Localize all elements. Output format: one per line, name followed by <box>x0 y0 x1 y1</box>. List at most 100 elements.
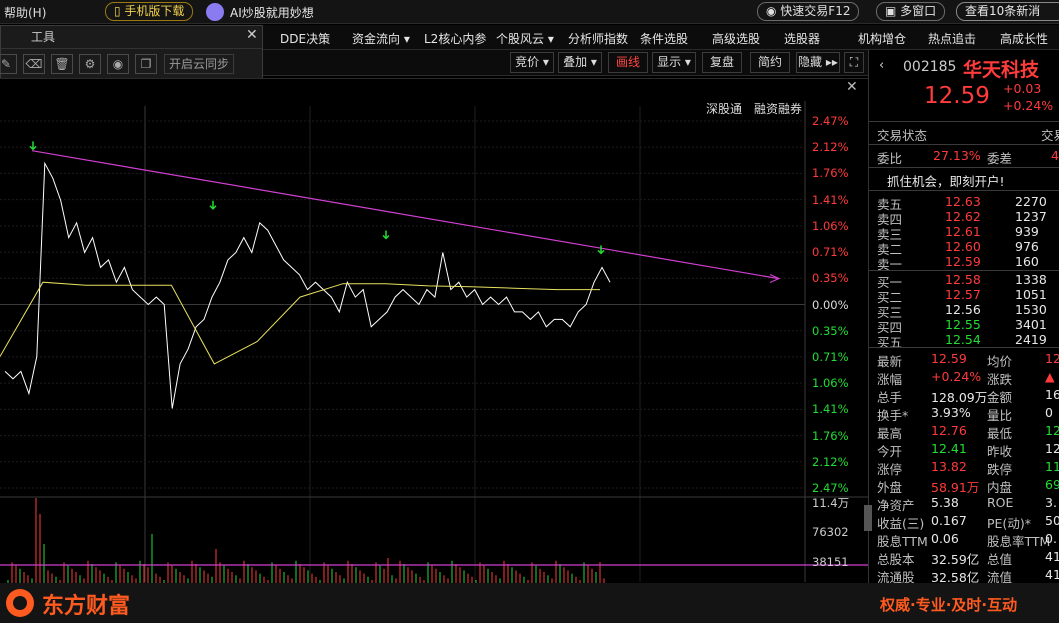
brand-slogan: 权威·专业·及时·互动 <box>880 596 1018 614</box>
eraser-icon[interactable]: ⌫ <box>23 54 45 74</box>
stat-row[interactable]: 收益(三) 0.167 PE(动)* 50 <box>869 512 1059 531</box>
bid-price: 12.55 <box>945 317 981 332</box>
stat-row[interactable]: 换手* 3.93% 量比 0 <box>869 404 1059 423</box>
stat-row[interactable]: 最新 12.59 均价 12 <box>869 350 1059 369</box>
ai-robot-icon[interactable] <box>206 3 224 21</box>
cloud-sync-button[interactable]: 开启云同步 <box>164 54 234 74</box>
price-axis-tick: 1.76% <box>812 166 849 181</box>
stat-row[interactable]: 流通股32.58亿流值410. <box>869 566 1059 585</box>
stock-name: 华天科技 <box>963 59 1040 81</box>
price-axis-tick: 1.06% <box>812 376 849 391</box>
weibi-row: 委比 27.13% 委差 4 <box>869 147 1059 166</box>
eye-icon[interactable]: ◉ <box>107 54 129 74</box>
price-axis-tick: 1.76% <box>812 428 849 443</box>
help-menu[interactable]: 帮助(H) <box>4 4 46 21</box>
prev-stock-icon[interactable]: ‹ <box>879 58 884 73</box>
stat-value: 410. <box>1045 567 1059 582</box>
menu-hotspot[interactable]: 热点追击 <box>928 30 976 47</box>
multi-window-button[interactable]: ▣ 多窗口 <box>876 2 946 21</box>
menu-fund-flow[interactable]: 资金流向 ▾ <box>352 30 410 47</box>
stat-value: 50 <box>1045 513 1059 528</box>
stat-value: 13.82 <box>931 459 967 474</box>
auction-button[interactable]: 竞价 ▾ <box>510 52 554 73</box>
hide-label: 隐藏 <box>798 55 823 69</box>
chart-toolbar: 竞价 ▾ 叠加 ▾ 画线 显示 ▾ 复盘 简约 隐藏 ▸▸ ⛶ <box>263 50 868 76</box>
mobile-download-button[interactable]: ▯ 手机版下载 <box>105 2 194 21</box>
multi-window-label: 多窗口 <box>900 4 937 18</box>
menu-advanced-select[interactable]: 高级选股 <box>712 30 760 47</box>
stat-value: 69.1 <box>1045 477 1059 492</box>
stat-value: 0 <box>1045 405 1053 420</box>
trade-status-right: 交易 <box>1041 128 1059 143</box>
stat-value: +0.24% <box>931 369 982 384</box>
menu-l2[interactable]: L2核心内参 <box>424 30 486 47</box>
stat-row[interactable]: 总手128.09万金额16.1 <box>869 386 1059 405</box>
ask-volume: 160 <box>1015 254 1039 269</box>
menu-stock-news-label: 个股风云 <box>496 32 545 46</box>
stat-value: 410. <box>1045 549 1059 564</box>
mobile-download-label: 手机版下载 <box>124 4 185 18</box>
weibi-label: 委比 <box>877 151 903 166</box>
menu-analyst[interactable]: 分析师指数 <box>568 30 628 47</box>
fast-trade-button[interactable]: ◉ 快速交易F12 <box>757 2 860 21</box>
divider <box>869 347 1059 348</box>
price-axis-tick: 1.06% <box>812 218 849 233</box>
draw-line-button[interactable]: 画线 <box>608 52 648 73</box>
drawing-tools-panel: 工具 ✕ ✎ ⌫ 🗑 ⚙ ◉ ❐ 开启云同步 <box>0 25 263 82</box>
trade-status-label: 交易状态 <box>877 128 928 143</box>
panel-collapse-handle[interactable] <box>864 505 872 531</box>
bid-volume: 1530 <box>1015 302 1047 317</box>
stat-row[interactable]: 最高 12.76 最低 12 <box>869 422 1059 441</box>
stat-row[interactable]: 净资产 5.38 ROE 3. <box>869 494 1059 513</box>
stat-row[interactable]: 涨幅 +0.24% 涨跌 ▲ <box>869 368 1059 387</box>
replay-button[interactable]: 复盘 <box>702 52 742 73</box>
menu-institution[interactable]: 机构增仓 <box>858 30 906 47</box>
divider <box>869 121 1059 122</box>
ask-row[interactable]: 卖一 12.59 160 <box>869 253 1059 272</box>
pencil-icon[interactable]: ✎ <box>0 54 17 74</box>
stat-row[interactable]: 今开 12.41 昨收 12 <box>869 440 1059 459</box>
bid-volume: 3401 <box>1015 317 1047 332</box>
price-axis-tick: 0.35% <box>812 323 849 338</box>
open-account-promo[interactable]: 抓住机会，即刻开户! <box>869 170 1059 189</box>
stat-value: 16.1 <box>1045 387 1059 402</box>
overlay-button[interactable]: 叠加 ▾ <box>558 52 602 73</box>
stat-row[interactable]: 外盘58.91万内盘69.1 <box>869 476 1059 495</box>
price-axis-tick: 0.35% <box>812 271 849 286</box>
bid-volume: 1338 <box>1015 272 1047 287</box>
stat-row[interactable]: 总股本32.59亿总值410. <box>869 548 1059 567</box>
menu-stock-news[interactable]: 个股风云 ▾ <box>496 30 554 47</box>
menu-stock-picker[interactable]: 选股器 <box>784 30 820 47</box>
peak-marker-icon <box>29 141 37 151</box>
bid-price: 12.58 <box>945 272 981 287</box>
overlay-label: 叠加 <box>563 55 588 69</box>
menu-dde[interactable]: DDE决策 <box>280 30 330 47</box>
gear-icon[interactable]: ⚙ <box>79 54 101 74</box>
stat-row[interactable]: 涨停 13.82 跌停 11 <box>869 458 1059 477</box>
trend-line <box>31 150 779 280</box>
display-label: 显示 <box>657 55 682 69</box>
price-axis-tick: 2.12% <box>812 454 849 469</box>
bid-price: 12.57 <box>945 287 981 302</box>
price-axis-tick: 2.12% <box>812 140 849 155</box>
tools-title: 工具 <box>31 30 56 44</box>
ask-price: 12.61 <box>945 224 981 239</box>
trash-icon[interactable]: 🗑 <box>51 54 73 74</box>
menu-condition-select[interactable]: 条件选股 <box>640 30 688 47</box>
simple-button[interactable]: 简约 <box>750 52 790 73</box>
stat-row[interactable]: 股息TTM 0.06 股息率TTM 0. <box>869 530 1059 549</box>
close-icon[interactable]: ✕ <box>246 27 258 43</box>
peak-marker-icon <box>597 245 605 255</box>
stat-label: ROE <box>987 495 1014 510</box>
news-button[interactable]: 查看10条新消 <box>956 2 1059 21</box>
price-axis-tick: 2.47% <box>812 114 849 128</box>
bid-price: 12.56 <box>945 302 981 317</box>
intraday-chart[interactable]: ✕ 深股通 融资融券 2.47% 2.12% 1.76% 1.41% 1.06% 0.71… <box>0 78 868 584</box>
fullscreen-icon[interactable]: ⛶ <box>844 52 864 73</box>
copy-icon[interactable]: ❐ <box>135 54 157 74</box>
display-button[interactable]: 显示 ▾ <box>652 52 696 73</box>
hide-button[interactable]: 隐藏 ▸▸ <box>796 52 840 73</box>
volume-axis-tick: 38151 <box>812 555 849 569</box>
menu-high-growth[interactable]: 高成长性 <box>1000 30 1048 47</box>
ai-promo-link[interactable]: AI炒股就用妙想 <box>230 4 314 21</box>
